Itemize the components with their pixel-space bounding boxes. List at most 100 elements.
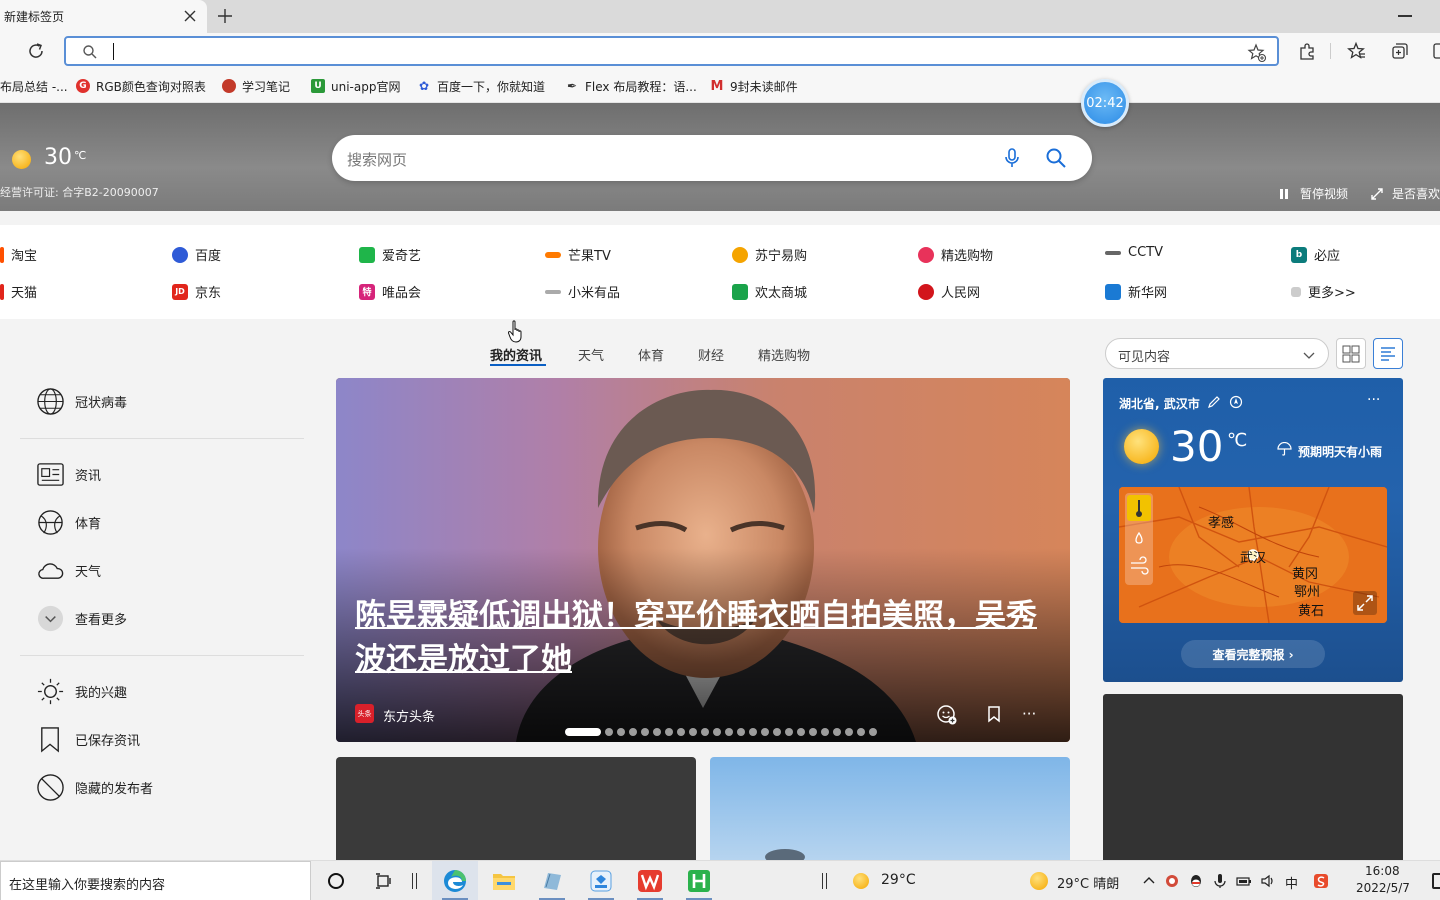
taskbar-search-input[interactable]: 在这里输入你要搜索的内容 bbox=[0, 861, 311, 900]
tab-shopping[interactable]: 精选购物 bbox=[758, 345, 810, 364]
more-options-button[interactable]: ··· bbox=[1022, 705, 1042, 723]
volume-icon[interactable] bbox=[1260, 873, 1276, 889]
sidebar-item-covid[interactable]: 冠状病毒 bbox=[36, 387, 127, 416]
bookmark-item[interactable]: 布局总结 -... bbox=[0, 76, 68, 96]
add-favorite-icon[interactable] bbox=[1247, 43, 1267, 63]
carousel-dot[interactable] bbox=[617, 728, 625, 736]
bookmark-item[interactable]: 学习笔记 bbox=[222, 76, 290, 96]
sidebar-item-hidden-publishers[interactable]: 隐藏的发布者 bbox=[36, 773, 153, 802]
carousel-dot[interactable] bbox=[821, 728, 829, 736]
web-search-box[interactable]: 搜索网页 bbox=[332, 135, 1092, 181]
sidebar-item-weather[interactable]: 天气 bbox=[36, 556, 101, 585]
bookmark-item[interactable]: M 9封未读邮件 bbox=[710, 76, 798, 96]
quick-link-more[interactable]: 更多>> bbox=[1291, 282, 1356, 301]
search-input[interactable]: 搜索网页 bbox=[347, 149, 407, 170]
carousel-dot[interactable] bbox=[605, 728, 613, 736]
carousel-dot[interactable] bbox=[845, 728, 853, 736]
carousel-dot[interactable] bbox=[641, 728, 649, 736]
hero-temperature[interactable]: 30 bbox=[44, 145, 72, 170]
quick-link[interactable]: 苏宁易购 bbox=[732, 245, 807, 264]
battery-icon[interactable] bbox=[1236, 873, 1252, 889]
carousel-dot[interactable] bbox=[857, 728, 865, 736]
carousel-dot[interactable] bbox=[629, 728, 637, 736]
list-view-button[interactable] bbox=[1373, 338, 1403, 369]
carousel-dot[interactable] bbox=[713, 728, 721, 736]
favorites-icon[interactable] bbox=[1346, 41, 1366, 61]
tab-new-tab[interactable]: 新建标签页 bbox=[0, 0, 207, 33]
carousel-dot[interactable] bbox=[689, 728, 697, 736]
address-bar[interactable] bbox=[64, 36, 1279, 66]
close-icon[interactable] bbox=[182, 8, 198, 24]
microphone-icon[interactable] bbox=[1212, 873, 1228, 889]
bookmark-item[interactable]: ✒ Flex 布局教程：语... bbox=[565, 76, 697, 96]
refresh-icon[interactable] bbox=[26, 41, 46, 61]
news-card[interactable] bbox=[710, 757, 1070, 860]
taskbar-app-screen-recorder[interactable] bbox=[578, 861, 624, 900]
clock-date[interactable]: 2022/5/7 bbox=[1356, 881, 1410, 895]
quick-link[interactable]: 百度 bbox=[172, 245, 221, 264]
content-visibility-select[interactable]: 可见内容 bbox=[1105, 338, 1329, 369]
carousel-dot[interactable] bbox=[749, 728, 757, 736]
extensions-icon[interactable] bbox=[1297, 41, 1317, 61]
grid-view-button[interactable] bbox=[1336, 338, 1366, 369]
sidebar-item-sports[interactable]: 体育 bbox=[36, 508, 101, 537]
timer-badge[interactable]: 02:42 bbox=[1081, 79, 1129, 127]
quick-link[interactable]: 小米有品 bbox=[545, 282, 620, 301]
carousel-dot[interactable] bbox=[761, 728, 769, 736]
sidebar-item-news[interactable]: 资讯 bbox=[36, 460, 101, 489]
carousel-dot[interactable] bbox=[725, 728, 733, 736]
taskbar-app-notes[interactable] bbox=[529, 861, 575, 900]
qq-icon[interactable] bbox=[1188, 873, 1204, 889]
ime-indicator[interactable]: 中 bbox=[1285, 873, 1298, 892]
search-icon[interactable] bbox=[1045, 147, 1067, 169]
carousel-dot[interactable] bbox=[677, 728, 685, 736]
location-icon[interactable] bbox=[1229, 395, 1243, 409]
carousel-dot[interactable] bbox=[809, 728, 817, 736]
quick-link[interactable]: 天猫 bbox=[0, 282, 37, 301]
quick-link[interactable]: 人民网 bbox=[918, 282, 980, 301]
sidebar-item-interests[interactable]: 我的兴趣 bbox=[36, 677, 127, 706]
carousel-dot[interactable] bbox=[869, 728, 877, 736]
carousel-dot[interactable] bbox=[665, 728, 673, 736]
carousel-dot[interactable] bbox=[785, 728, 793, 736]
news-card[interactable] bbox=[336, 757, 696, 860]
plus-icon[interactable] bbox=[215, 6, 235, 26]
more-options-button[interactable]: ··· bbox=[1367, 392, 1380, 408]
tab-my-news[interactable]: 我的资讯 bbox=[490, 345, 542, 364]
news-interests-widget[interactable]: 29°C 晴朗 bbox=[1057, 873, 1119, 892]
task-view-icon[interactable] bbox=[375, 872, 393, 890]
quick-link[interactable]: 精选购物 bbox=[918, 245, 993, 264]
tab-weather[interactable]: 天气 bbox=[578, 345, 604, 364]
minimize-button[interactable] bbox=[1398, 15, 1412, 17]
taskbar-app-edge[interactable] bbox=[432, 861, 478, 900]
quick-link[interactable]: 特唯品会 bbox=[359, 282, 421, 301]
map-layer-tools[interactable] bbox=[1125, 493, 1153, 585]
carousel-dot[interactable] bbox=[737, 728, 745, 736]
quick-link[interactable]: JD 京东 bbox=[172, 282, 221, 301]
chevron-up-icon[interactable] bbox=[1141, 873, 1157, 889]
microphone-icon[interactable] bbox=[1002, 147, 1022, 169]
weather-map[interactable]: 孝感 武汉 黄冈 鄂州 黄石 bbox=[1119, 487, 1387, 623]
sogou-icon[interactable] bbox=[1313, 873, 1329, 889]
like-background-button[interactable]: 是否喜欢 bbox=[1370, 185, 1440, 202]
quick-link[interactable]: 新华网 bbox=[1105, 282, 1167, 301]
security-icon[interactable] bbox=[1164, 873, 1180, 889]
notification-icon[interactable] bbox=[1432, 873, 1440, 889]
featured-news-card[interactable]: 陈昱霖疑低调出狱！穿平价睡衣晒自拍美照，吴秀波还是放过了她 头条 东方头条 ··… bbox=[336, 378, 1070, 742]
tab-finance[interactable]: 财经 bbox=[698, 345, 724, 364]
add-reaction-icon[interactable] bbox=[936, 704, 958, 726]
carousel-dots[interactable] bbox=[565, 728, 877, 736]
collections-icon[interactable] bbox=[1390, 41, 1410, 61]
quick-link[interactable]: b 必应 bbox=[1291, 245, 1340, 264]
carousel-dot[interactable] bbox=[833, 728, 841, 736]
weather-location[interactable]: 湖北省, 武汉市 bbox=[1119, 395, 1200, 412]
taskbar-app-hbuilder[interactable] bbox=[676, 861, 722, 900]
carousel-dot[interactable] bbox=[565, 728, 601, 736]
bookmark-item[interactable]: ✿ 百度一下，你就知道 bbox=[417, 76, 545, 96]
quick-link[interactable]: 欢太商城 bbox=[732, 282, 807, 301]
taskbar-app-explorer[interactable] bbox=[481, 861, 527, 900]
profile-icon[interactable] bbox=[1432, 41, 1440, 61]
expand-icon[interactable] bbox=[1353, 591, 1377, 615]
carousel-dot[interactable] bbox=[773, 728, 781, 736]
quick-link[interactable]: 爱奇艺 bbox=[359, 245, 421, 264]
